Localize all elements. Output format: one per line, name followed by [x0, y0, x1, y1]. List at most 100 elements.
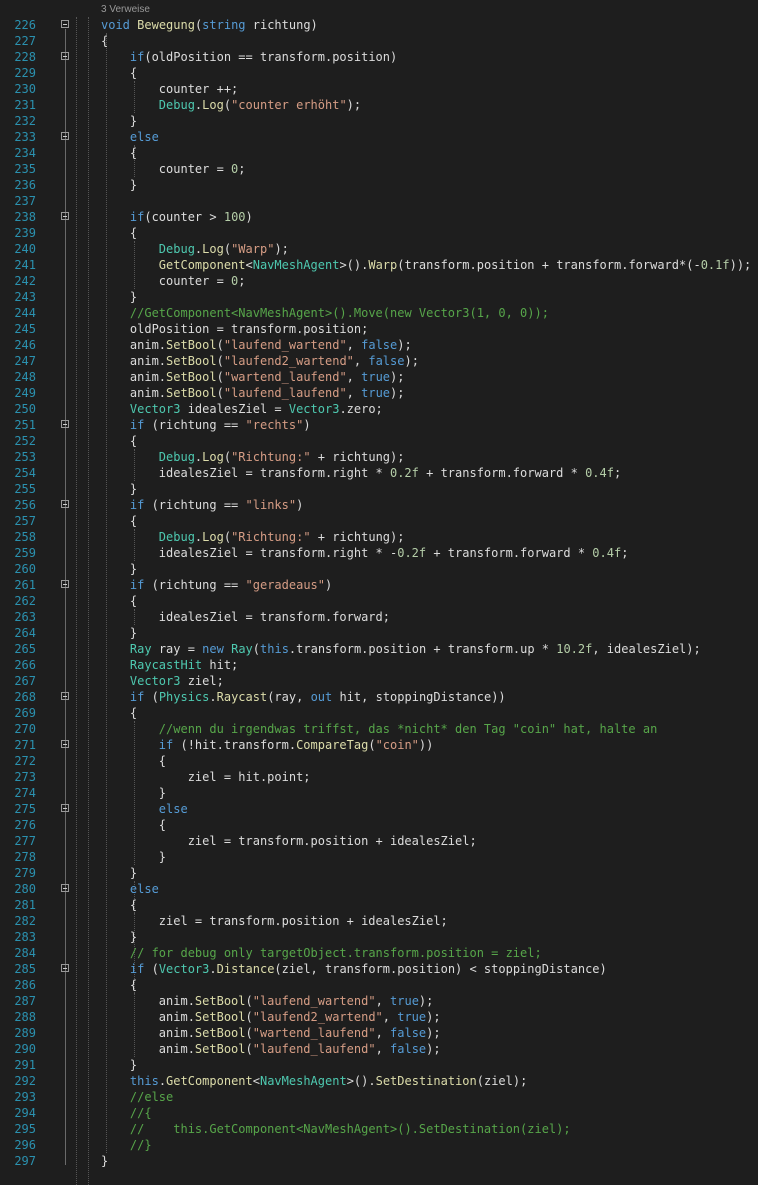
collapse-toggle-icon[interactable]	[61, 964, 69, 972]
code-line[interactable]: 234 {	[0, 145, 758, 161]
code-line[interactable]: 265 Ray ray = new Ray(this.transform.pos…	[0, 641, 758, 657]
code-line[interactable]: 279 }	[0, 865, 758, 881]
code-line[interactable]: 292 this.GetComponent<NavMeshAgent>().Se…	[0, 1073, 758, 1089]
code-line[interactable]: 263 idealesZiel = transform.forward;	[0, 609, 758, 625]
code-line[interactable]: 255 }	[0, 481, 758, 497]
code-line[interactable]: 253 Debug.Log("Richtung:" + richtung);	[0, 449, 758, 465]
collapse-toggle-icon[interactable]	[61, 884, 69, 892]
code-line[interactable]: 264 }	[0, 625, 758, 641]
code-line[interactable]: 267 Vector3 ziel;	[0, 673, 758, 689]
code-line[interactable]: 230 counter ++;	[0, 81, 758, 97]
code-line[interactable]: 250 Vector3 idealesZiel = Vector3.zero;	[0, 401, 758, 417]
collapse-toggle-icon[interactable]	[61, 500, 69, 508]
code-line[interactable]: 266 RaycastHit hit;	[0, 657, 758, 673]
code-line[interactable]: 229 {	[0, 65, 758, 81]
code-line[interactable]: 288 anim.SetBool("laufend2_wartend", tru…	[0, 1009, 758, 1025]
code-line[interactable]: 275 else	[0, 801, 758, 817]
reference-count-codelens[interactable]: 3 Verweise	[101, 3, 150, 17]
code-line[interactable]: 240 Debug.Log("Warp");	[0, 241, 758, 257]
code-line[interactable]: 228 if(oldPosition == transform.position…	[0, 49, 758, 65]
code-line[interactable]: 289 anim.SetBool("wartend_laufend", fals…	[0, 1025, 758, 1041]
code-line[interactable]: 296 //}	[0, 1137, 758, 1153]
code-line[interactable]: 251 if (richtung == "rechts")	[0, 417, 758, 433]
code-token: if	[129, 962, 145, 976]
code-line[interactable]: 233 else	[0, 129, 758, 145]
code-token: // for debug only targetObject.transform…	[129, 946, 542, 960]
code-token: "rechts"	[245, 418, 304, 432]
code-line[interactable]: 276 {	[0, 817, 758, 833]
code-line[interactable]: 245 oldPosition = transform.position;	[0, 321, 758, 337]
code-line[interactable]: 284 // for debug only targetObject.trans…	[0, 945, 758, 961]
collapse-toggle-icon[interactable]	[61, 420, 69, 428]
code-line[interactable]: 283 }	[0, 929, 758, 945]
code-line[interactable]: 227 {	[0, 33, 758, 49]
line-number: 247	[14, 354, 36, 368]
code-line[interactable]: 269 {	[0, 705, 758, 721]
code-line[interactable]: 249 anim.SetBool("laufend_laufend", true…	[0, 385, 758, 401]
collapse-toggle-icon[interactable]	[61, 804, 69, 812]
code-line[interactable]: 261 if (richtung == "geradeaus")	[0, 577, 758, 593]
code-line[interactable]: 237	[0, 193, 758, 209]
code-line[interactable]: 273 ziel = hit.point;	[0, 769, 758, 785]
code-line[interactable]: 238 if(counter > 100)	[0, 209, 758, 225]
code-line[interactable]: 231 Debug.Log("counter erhöht");	[0, 97, 758, 113]
code-line[interactable]: 246 anim.SetBool("laufend_wartend", fals…	[0, 337, 758, 353]
collapse-toggle-icon[interactable]	[61, 212, 69, 220]
code-line[interactable]: 287 anim.SetBool("laufend_wartend", true…	[0, 993, 758, 1009]
code-line[interactable]: 258 Debug.Log("Richtung:" + richtung);	[0, 529, 758, 545]
code-line[interactable]: 232 }	[0, 113, 758, 129]
code-line[interactable]: 291 }	[0, 1057, 758, 1073]
code-text: ziel = transform.position + idealesZiel;	[101, 833, 477, 849]
code-line[interactable]: 226 void Bewegung(string richtung)	[0, 17, 758, 33]
code-line[interactable]: 293 //else	[0, 1089, 758, 1105]
collapse-toggle-icon[interactable]	[61, 52, 69, 60]
code-line[interactable]: 270 //wenn du irgendwas triffst, das *ni…	[0, 721, 758, 737]
code-line[interactable]: 242 counter = 0;	[0, 273, 758, 289]
code-text: {	[101, 753, 166, 769]
code-line[interactable]: 274 }	[0, 785, 758, 801]
collapse-toggle-icon[interactable]	[61, 132, 69, 140]
code-line[interactable]: 239 {	[0, 225, 758, 241]
code-line[interactable]: 235 counter = 0;	[0, 161, 758, 177]
code-line[interactable]: 285 if (Vector3.Distance(ziel, transform…	[0, 961, 758, 977]
code-line[interactable]: 257 {	[0, 513, 758, 529]
code-line[interactable]: 252 {	[0, 433, 758, 449]
code-editor[interactable]: 3 Verweise 226 void Bewegung(string richt…	[0, 0, 758, 1185]
code-line[interactable]: 236 }	[0, 177, 758, 193]
code-line[interactable]: 278 }	[0, 849, 758, 865]
code-line[interactable]: 280 else	[0, 881, 758, 897]
code-line[interactable]: 243 }	[0, 289, 758, 305]
collapse-toggle-icon[interactable]	[61, 20, 69, 28]
code-line[interactable]: 295 // this.GetComponent<NavMeshAgent>()…	[0, 1121, 758, 1137]
code-line[interactable]: 294 //{	[0, 1105, 758, 1121]
code-token: (	[368, 738, 376, 752]
code-text: //wenn du irgendwas triffst, das *nicht*…	[101, 721, 658, 737]
code-line[interactable]: 277 ziel = transform.position + idealesZ…	[0, 833, 758, 849]
code-line[interactable]: 281 {	[0, 897, 758, 913]
line-number: 250	[14, 402, 36, 416]
code-line[interactable]: 248 anim.SetBool("wartend_laufend", true…	[0, 369, 758, 385]
code-line[interactable]: 290 anim.SetBool("laufend_laufend", fals…	[0, 1041, 758, 1057]
code-line[interactable]: 259 idealesZiel = transform.right * -0.2…	[0, 545, 758, 561]
code-token: }	[101, 1058, 138, 1072]
code-line[interactable]: 244 //GetComponent<NavMeshAgent>().Move(…	[0, 305, 758, 321]
code-line[interactable]: 286 {	[0, 977, 758, 993]
code-line[interactable]: 297}	[0, 1153, 758, 1169]
code-line[interactable]: 272 {	[0, 753, 758, 769]
code-line[interactable]: 247 anim.SetBool("laufend2_wartend", fal…	[0, 353, 758, 369]
code-line[interactable]: 260 }	[0, 561, 758, 577]
code-text: // for debug only targetObject.transform…	[101, 945, 542, 961]
code-line[interactable]: 282 ziel = transform.position + idealesZ…	[0, 913, 758, 929]
code-text: }	[101, 1057, 137, 1073]
code-line[interactable]: 256 if (richtung == "links")	[0, 497, 758, 513]
code-line[interactable]: 262 {	[0, 593, 758, 609]
collapse-toggle-icon[interactable]	[61, 740, 69, 748]
collapse-toggle-icon[interactable]	[61, 580, 69, 588]
code-line[interactable]: 254 idealesZiel = transform.right * 0.2f…	[0, 465, 758, 481]
code-line[interactable]: 268 if (Physics.Raycast(ray, out hit, st…	[0, 689, 758, 705]
code-text: // this.GetComponent<NavMeshAgent>().Set…	[101, 1121, 571, 1137]
code-text: }	[101, 481, 137, 497]
code-line[interactable]: 271 if (!hit.transform.CompareTag("coin"…	[0, 737, 758, 753]
code-line[interactable]: 241 GetComponent<NavMeshAgent>().Warp(tr…	[0, 257, 758, 273]
collapse-toggle-icon[interactable]	[61, 692, 69, 700]
